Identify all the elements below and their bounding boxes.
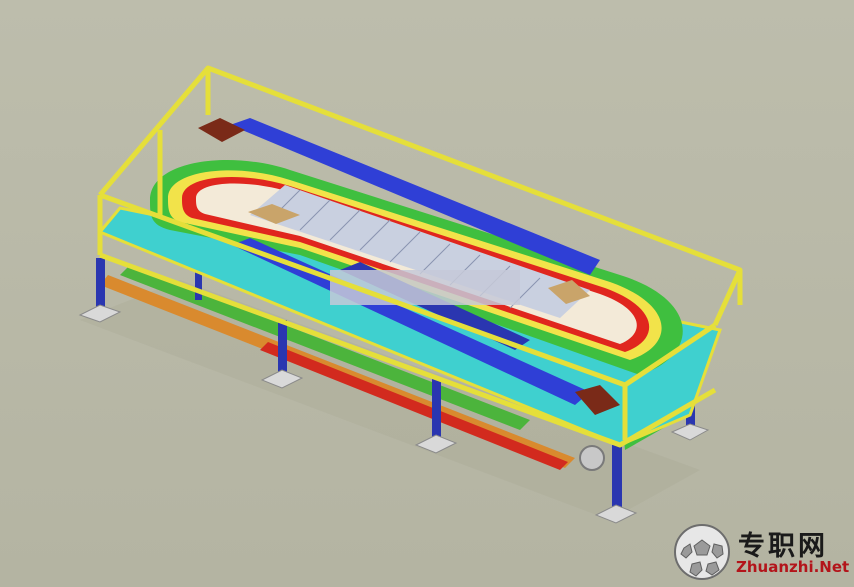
leg-front-mid1	[278, 320, 287, 375]
watermark-en-text: Zhuanzhi.Net	[736, 558, 850, 576]
motor	[579, 445, 605, 471]
leg-front-mid2	[432, 378, 441, 440]
viewport: 专职网 Zhuanzhi.Net	[0, 0, 854, 587]
drive-box-left	[198, 118, 245, 142]
leg-front-right	[612, 445, 622, 510]
watermark: 专职网 Zhuanzhi.Net	[672, 520, 852, 584]
cad-model-scene	[78, 65, 743, 524]
foot	[670, 423, 710, 441]
soccer-ball-logo	[674, 524, 730, 580]
